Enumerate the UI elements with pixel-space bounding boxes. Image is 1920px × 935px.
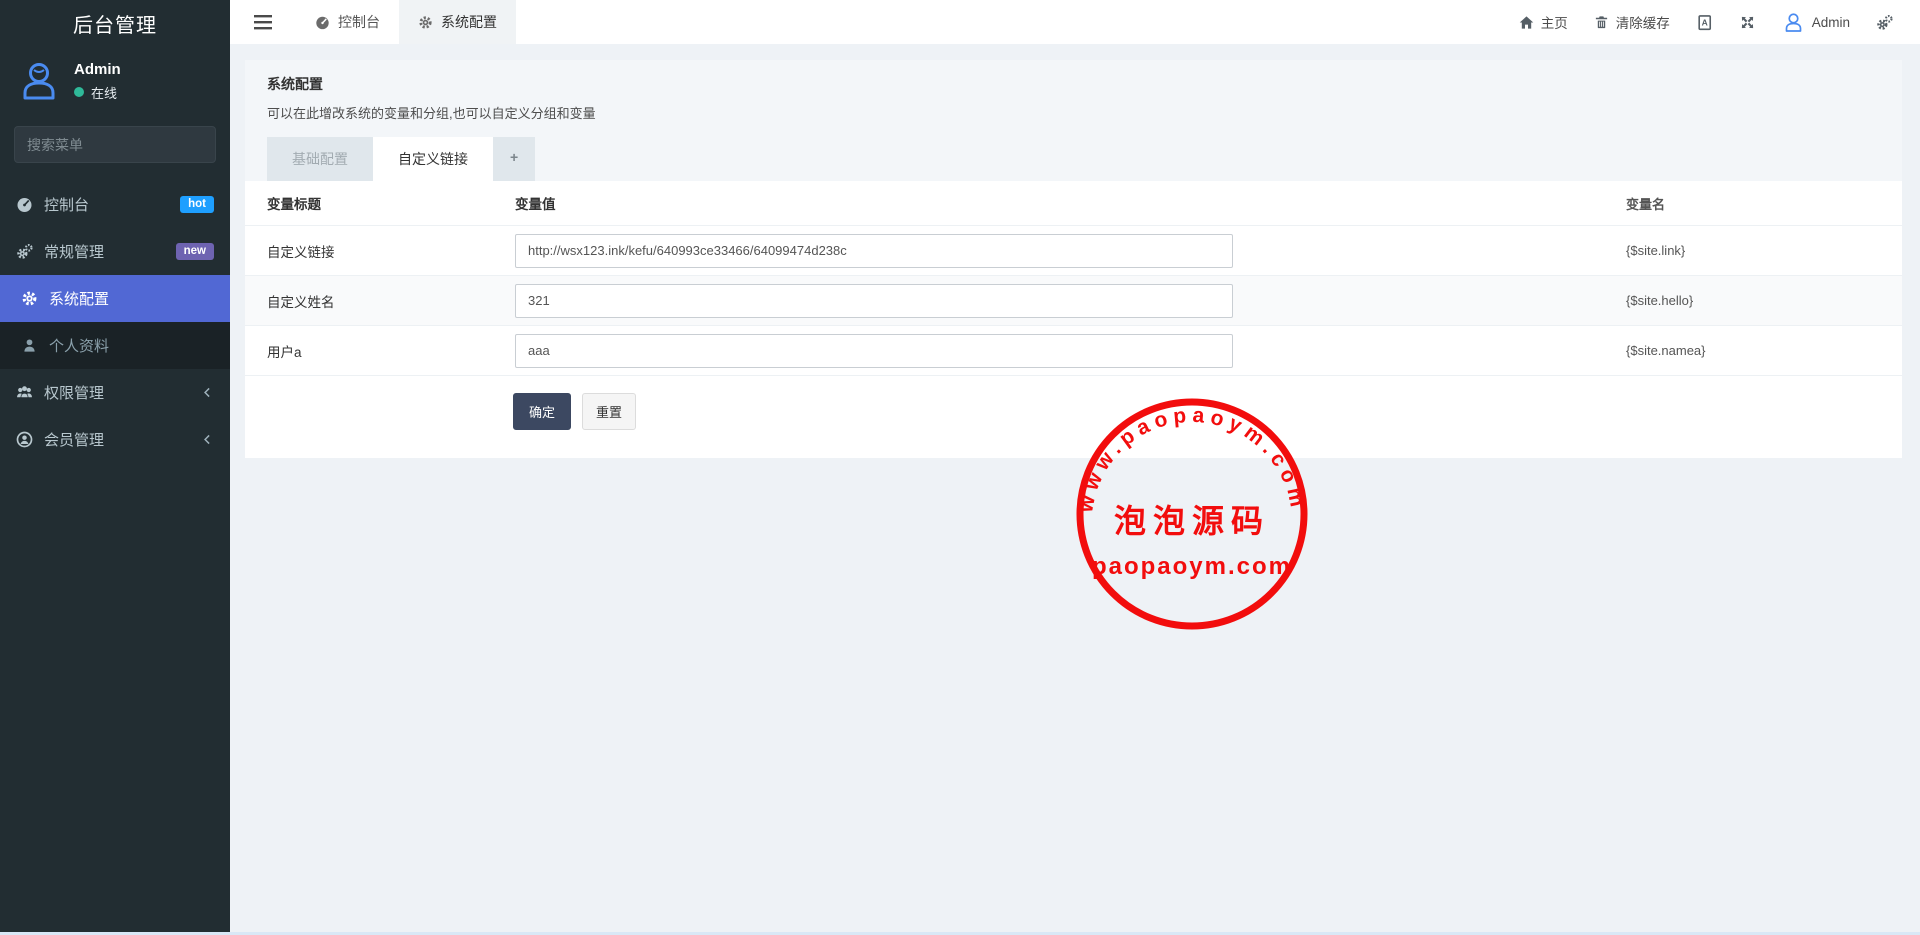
stamp-bottom-text: paopaoym.com	[1092, 553, 1292, 580]
gears-icon	[16, 243, 33, 260]
row-varname: {$site.link}	[1614, 243, 1902, 258]
user-status: 在线	[74, 83, 121, 102]
sidebar-item-label: 系统配置	[49, 288, 109, 309]
table-header-row: 变量标题 变量值 变量名	[245, 181, 1902, 225]
form-actions: 确定 重置	[245, 375, 1902, 430]
user-avatar-icon	[1782, 11, 1805, 34]
topbar-tab-label: 控制台	[338, 12, 380, 32]
user-panel: Admin 在线	[0, 46, 230, 118]
dashboard-icon	[315, 15, 330, 30]
sidebar: 后台管理 Admin 在线	[0, 0, 230, 935]
sidebar-item-general[interactable]: 常规管理 new	[0, 228, 230, 275]
sidebar-item-label: 权限管理	[44, 382, 104, 403]
app-window: 后台管理 Admin 在线	[0, 0, 1920, 935]
trash-icon	[1594, 15, 1609, 30]
config-card: 系统配置 可以在此增改系统的变量和分组,也可以自定义分组和变量 基础配置 自定义…	[245, 60, 1902, 458]
gear-icon	[418, 15, 433, 30]
topbar: 控制台 系统配置 主页	[230, 0, 1920, 44]
sidebar-menu: 控制台 hot 常规管理 new	[0, 181, 230, 463]
gear-icon	[21, 290, 38, 307]
sidebar-item-permissions[interactable]: 权限管理	[0, 369, 230, 416]
site-namea-input[interactable]	[515, 334, 1233, 368]
new-badge: new	[176, 243, 214, 261]
user-circle-icon	[16, 431, 33, 448]
users-group-icon	[16, 384, 33, 401]
clear-cache-label: 清除缓存	[1616, 12, 1670, 32]
tab-basic-config[interactable]: 基础配置	[267, 137, 373, 181]
chevron-left-icon	[201, 386, 214, 399]
reset-button[interactable]: 重置	[582, 393, 636, 430]
add-tab-button[interactable]: +	[493, 137, 535, 181]
sidebar-item-label: 个人资料	[49, 335, 109, 356]
config-tabs: 基础配置 自定义链接 +	[267, 137, 1880, 181]
table-row: 自定义姓名 {$site.hello}	[245, 275, 1902, 325]
username-label: Admin	[1812, 15, 1850, 30]
hamburger-menu-icon[interactable]	[230, 0, 296, 44]
site-link-input[interactable]	[515, 234, 1233, 268]
row-title: 自定义链接	[245, 241, 513, 261]
table-row: 自定义链接 {$site.link}	[245, 225, 1902, 275]
user-meta: Admin 在线	[74, 61, 121, 102]
content-area: 系统配置 可以在此增改系统的变量和分组,也可以自定义分组和变量 基础配置 自定义…	[230, 44, 1920, 935]
sidebar-item-members[interactable]: 会员管理	[0, 416, 230, 463]
chevron-left-icon	[201, 433, 214, 446]
tab-custom-link[interactable]: 自定义链接	[373, 137, 493, 181]
brand-title: 后台管理	[0, 0, 230, 46]
sidebar-submenu: 系统配置 个人资料	[0, 275, 230, 369]
user-name: Admin	[74, 61, 121, 78]
submit-button[interactable]: 确定	[513, 393, 571, 430]
sidebar-item-label: 控制台	[44, 194, 89, 215]
sidebar-item-dashboard[interactable]: 控制台 hot	[0, 181, 230, 228]
row-title: 用户a	[245, 341, 513, 361]
row-varname: {$site.hello}	[1614, 293, 1902, 308]
home-button[interactable]: 主页	[1506, 12, 1581, 32]
column-header-varname: 变量名	[1614, 194, 1902, 213]
topbar-tab-label: 系统配置	[441, 12, 497, 32]
settings-button[interactable]	[1863, 14, 1906, 31]
topbar-tab-system-config[interactable]: 系统配置	[399, 0, 516, 44]
menu-search-input[interactable]	[27, 137, 208, 153]
home-icon	[1519, 15, 1534, 30]
sidebar-item-profile[interactable]: 个人资料	[0, 322, 230, 369]
sidebar-item-label: 会员管理	[44, 429, 104, 450]
clear-cache-button[interactable]: 清除缓存	[1581, 12, 1683, 32]
fullscreen-icon	[1739, 14, 1756, 31]
sidebar-search	[14, 126, 216, 163]
hot-badge: hot	[180, 196, 214, 214]
gears-icon	[1876, 14, 1893, 31]
column-header-title: 变量标题	[245, 193, 513, 213]
sidebar-item-label: 常规管理	[44, 241, 104, 262]
online-dot	[74, 87, 84, 97]
dashboard-icon	[16, 196, 33, 213]
main-area: 控制台 系统配置 主页	[230, 0, 1920, 935]
config-table: 变量标题 变量值 变量名 自定义链接 {$site.link} 自定义姓名 {$…	[245, 181, 1902, 458]
user-status-label: 在线	[91, 83, 117, 102]
column-header-value: 变量值	[513, 193, 1614, 213]
language-switch-button[interactable]: A	[1683, 14, 1726, 31]
fullscreen-button[interactable]	[1726, 14, 1769, 31]
home-label: 主页	[1541, 12, 1568, 32]
topbar-tab-dashboard[interactable]: 控制台	[296, 0, 399, 44]
card-header: 系统配置 可以在此增改系统的变量和分组,也可以自定义分组和变量 基础配置 自定义…	[245, 60, 1902, 181]
row-varname: {$site.namea}	[1614, 343, 1902, 358]
table-row: 用户a {$site.namea}	[245, 325, 1902, 375]
user-icon	[21, 337, 38, 354]
page-title: 系统配置	[267, 74, 1880, 94]
svg-text:A: A	[1701, 17, 1707, 27]
stamp-center-text: 泡泡源码	[1114, 503, 1270, 539]
translate-icon: A	[1696, 14, 1713, 31]
user-avatar-icon	[16, 58, 62, 104]
site-hello-input[interactable]	[515, 284, 1233, 318]
user-menu[interactable]: Admin	[1769, 11, 1863, 34]
topbar-right: 主页 清除缓存 A	[1506, 0, 1920, 44]
sidebar-item-system-config[interactable]: 系统配置	[0, 275, 230, 322]
page-subtitle: 可以在此增改系统的变量和分组,也可以自定义分组和变量	[267, 103, 1880, 122]
row-title: 自定义姓名	[245, 291, 513, 311]
